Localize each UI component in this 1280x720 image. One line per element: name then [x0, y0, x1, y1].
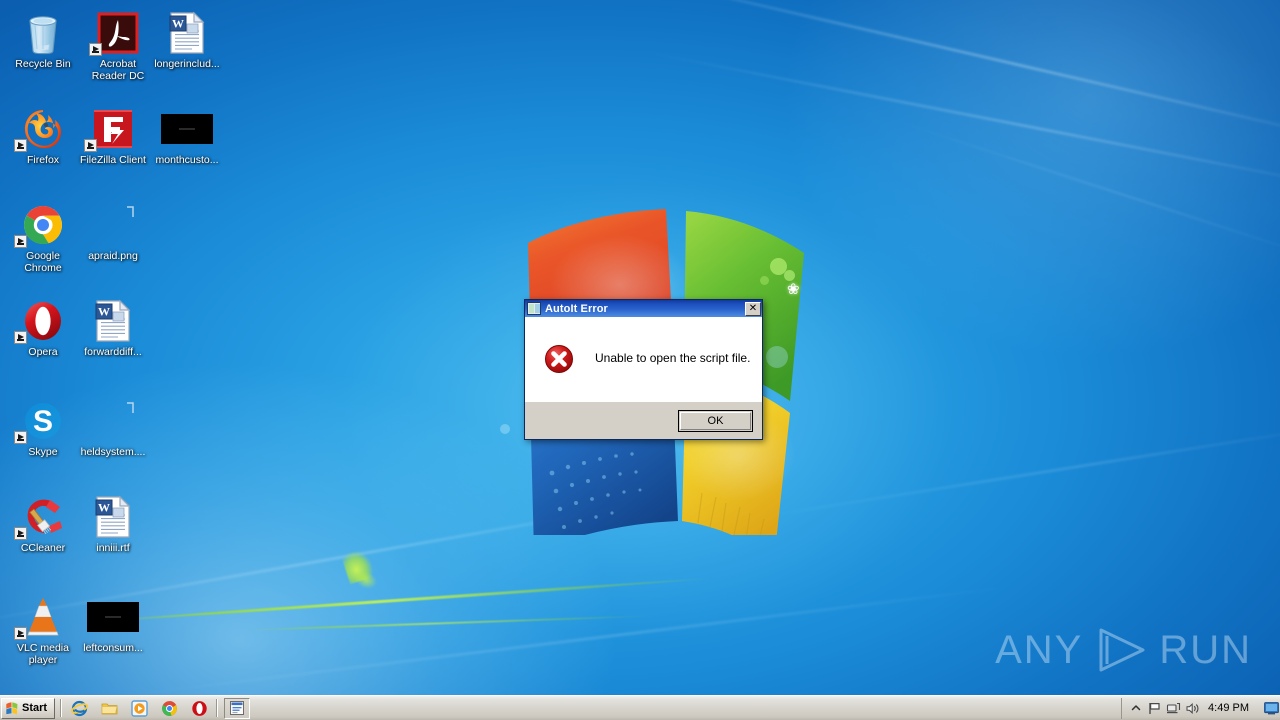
vlc-icon	[6, 592, 80, 642]
show-hidden-icons-icon[interactable]	[1126, 699, 1145, 717]
autoit-error-dialog[interactable]: AutoIt Error ✕ Unable to open the script…	[524, 299, 763, 440]
shortcut-arrow-icon	[14, 331, 27, 344]
recycle-bin-icon	[6, 8, 80, 58]
desktop-icon-label: FileZilla Client	[80, 154, 146, 166]
ccleaner-icon	[6, 492, 80, 542]
desktop-icon-label: leftconsum...	[83, 642, 143, 654]
desktop-icon-ccleaner[interactable]: CCleaner	[6, 492, 80, 554]
filezilla-icon	[76, 104, 150, 154]
shortcut-arrow-icon	[14, 431, 27, 444]
black-thumbnail-icon	[150, 104, 224, 154]
windows-explorer-icon[interactable]	[100, 699, 118, 717]
word-document-icon: W	[150, 8, 224, 58]
shortcut-arrow-icon	[89, 43, 102, 56]
desktop-icon-apraid-png[interactable]: apraid.png	[76, 200, 150, 262]
desktop-icon-label: Acrobat Reader DC	[91, 58, 145, 82]
shortcut-arrow-icon	[14, 527, 27, 540]
taskbar[interactable]: Start 4:49 PM	[0, 695, 1280, 720]
desktop-icon-inniii-rtf[interactable]: W inniii.rtf	[76, 492, 150, 554]
start-button[interactable]: Start	[1, 697, 56, 719]
shortcut-arrow-icon	[14, 139, 27, 152]
black-thumbnail-icon	[76, 592, 150, 642]
desktop-icon-label: Opera	[28, 346, 58, 358]
desktop-icon-label: Skype	[28, 446, 58, 458]
blank-image-icon	[76, 396, 150, 446]
task-button-list	[220, 697, 1121, 719]
desktop-icon-monthcusto[interactable]: monthcusto...	[150, 104, 224, 166]
desktop-icon-label: monthcusto...	[155, 154, 219, 166]
svg-text:W: W	[98, 305, 110, 319]
desktop-icon-vlc-media-player[interactable]: VLC media player	[6, 592, 80, 666]
desktop-icon-label: Google Chrome	[24, 250, 62, 274]
media-player-icon[interactable]	[130, 699, 148, 717]
autoit-script-icon	[527, 302, 541, 315]
desktop-icon-heldsystem[interactable]: heldsystem....	[76, 396, 150, 458]
chrome-icon[interactable]	[160, 699, 178, 717]
desktop-icon-label: apraid.png	[88, 250, 138, 262]
error-circle-x-icon	[544, 344, 574, 373]
dialog-message: Unable to open the script file.	[595, 351, 751, 365]
desktop-icon-label: longerinclud...	[154, 58, 220, 70]
desktop-icon-label: Firefox	[26, 154, 60, 166]
shortcut-arrow-icon	[84, 139, 97, 152]
show-desktop-button[interactable]	[1263, 699, 1280, 717]
dialog-body: Unable to open the script file.	[525, 317, 762, 401]
desktop-icon-acrobat-reader-dc[interactable]: Acrobat Reader DC	[81, 8, 155, 82]
desktop-icon-filezilla-client[interactable]: FileZilla Client	[76, 104, 150, 166]
svg-text:S: S	[33, 405, 53, 438]
desktop-icon-google-chrome[interactable]: Google Chrome	[6, 200, 80, 274]
desktop-icon-label: Recycle Bin	[15, 58, 71, 70]
desktop-icon-label: CCleaner	[20, 542, 66, 554]
script-window-icon	[230, 701, 245, 715]
desktop-icon-forwarddiff[interactable]: W forwarddiff...	[76, 296, 150, 358]
ok-button[interactable]: OK	[678, 409, 753, 432]
desktop-icon-leftconsum[interactable]: leftconsum...	[76, 592, 150, 654]
svg-text:W: W	[98, 501, 110, 515]
word-document-icon: W	[76, 492, 150, 542]
shortcut-arrow-icon	[14, 235, 27, 248]
internet-explorer-icon[interactable]	[70, 699, 88, 717]
desktop-icon-firefox[interactable]: Firefox	[6, 104, 80, 166]
start-button-label: Start	[22, 702, 48, 714]
dialog-titlebar[interactable]: AutoIt Error ✕	[525, 300, 762, 317]
desktop-icon-label: heldsystem....	[80, 446, 146, 458]
acrobat-reader-icon	[81, 8, 155, 58]
desktop-icon-label: forwarddiff...	[84, 346, 142, 358]
skype-icon: S	[6, 396, 80, 446]
opera-icon	[6, 296, 80, 346]
word-document-icon: W	[76, 296, 150, 346]
desktop-icon-opera[interactable]: Opera	[6, 296, 80, 358]
dialog-footer: OK	[525, 401, 762, 439]
desktop-icon-label: inniii.rtf	[96, 542, 130, 554]
dialog-title: AutoIt Error	[545, 302, 608, 315]
shortcut-arrow-icon	[14, 627, 27, 640]
clock[interactable]: 4:49 PM	[1202, 702, 1257, 714]
ok-button-label: OK	[680, 411, 751, 430]
action-center-flag-icon[interactable]	[1145, 699, 1164, 717]
taskbar-divider	[216, 699, 219, 717]
system-tray: 4:49 PM	[1121, 697, 1259, 719]
chrome-icon	[6, 200, 80, 250]
windows-flag-icon	[6, 702, 18, 715]
autoit-script-task[interactable]	[224, 697, 251, 719]
close-icon[interactable]: ✕	[745, 301, 761, 316]
volume-icon[interactable]	[1183, 699, 1202, 717]
desktop-icon-recycle-bin[interactable]: Recycle Bin	[6, 8, 80, 70]
firefox-icon	[6, 104, 80, 154]
desktop-icon-skype[interactable]: S Skype	[6, 396, 80, 458]
opera-icon[interactable]	[190, 699, 208, 717]
desktop-icon-longerinclud[interactable]: W longerinclud...	[150, 8, 224, 70]
network-icon[interactable]	[1164, 699, 1183, 717]
svg-text:W: W	[172, 17, 184, 31]
blank-image-icon	[76, 200, 150, 250]
desktop[interactable]: ❀ Recycle Bin Acrobat Reader DC W longer…	[0, 0, 1280, 720]
taskbar-divider	[60, 699, 63, 717]
desktop-icon-label: VLC media player	[17, 642, 69, 666]
